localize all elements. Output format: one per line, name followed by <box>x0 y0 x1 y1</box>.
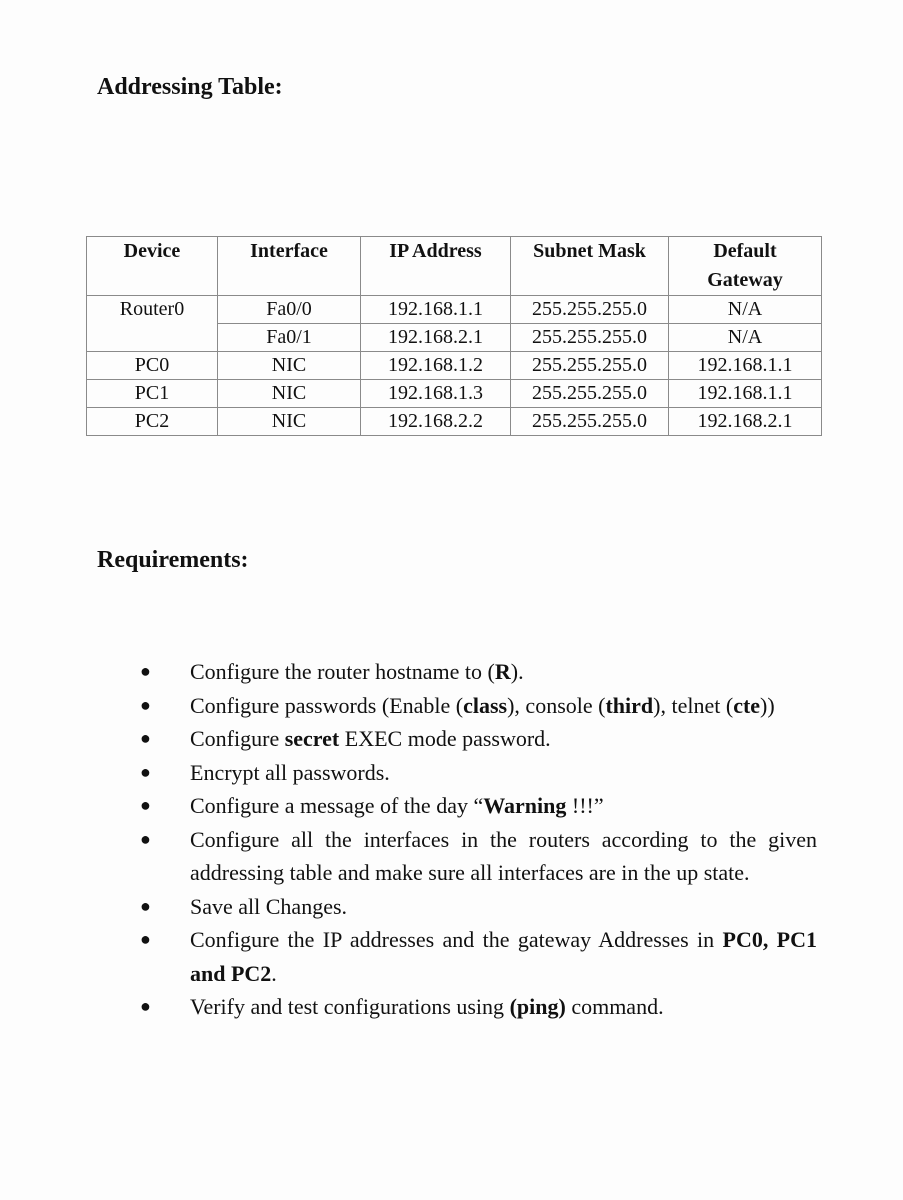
requirement-text: ), telnet ( <box>653 692 734 718</box>
header-interface: Interface <box>217 236 361 296</box>
requirement-text: EXEC mode password. <box>339 726 551 751</box>
header-default-gateway: Default Gateway <box>668 236 822 296</box>
bullet-icon: ● <box>140 728 151 748</box>
requirement-text: Verify and test configurations using <box>190 994 510 1019</box>
requirement-text: ), console ( <box>507 692 606 718</box>
requirement-text: )) <box>760 692 775 718</box>
table-row: PC0 NIC 192.168.1.2 255.255.255.0 192.16… <box>86 351 822 380</box>
requirement-item: ● Save all Changes. <box>0 890 817 924</box>
requirements-list: ● Configure the router hostname to (R). ● C… <box>0 655 903 1024</box>
emphasis-text: Warning <box>483 793 567 818</box>
cell-ip: 192.168.1.2 <box>360 351 511 380</box>
requirements-heading: Requirements: <box>97 547 249 573</box>
requirement-text: ). <box>510 659 524 684</box>
requirement-text: Save all Changes. <box>190 893 348 919</box>
header-ip-address: IP Address <box>360 236 511 296</box>
cell-device: PC0 <box>86 351 218 380</box>
requirement-text: Configure a message of the day “ <box>190 793 484 818</box>
cell-ip: 192.168.2.2 <box>360 407 511 436</box>
bullet-icon: ● <box>140 661 151 681</box>
requirement-text: Configure the IP addresses and the gatew… <box>190 927 723 952</box>
header-subnet-mask: Subnet Mask <box>510 236 669 296</box>
cell-device: PC2 <box>86 407 218 436</box>
emphasis-text: class <box>463 692 508 718</box>
emphasis-text: third <box>605 692 654 718</box>
table-header-row: Device Interface IP Address Subnet Mask … <box>86 236 822 296</box>
cell-interface: NIC <box>217 407 361 436</box>
requirement-item: ● Configure passwords (Enable (class), co… <box>0 689 817 723</box>
addressing-table: Device Interface IP Address Subnet Mask … <box>86 236 822 436</box>
requirement-item: ● Configure the router hostname to (R). <box>0 655 817 689</box>
cell-mask: 255.255.255.0 <box>510 379 669 408</box>
requirement-text: Configure <box>190 726 285 751</box>
emphasis-text: secret <box>284 726 340 751</box>
table-row: PC1 NIC 192.168.1.3 255.255.255.0 192.16… <box>86 379 822 408</box>
bullet-icon: ● <box>140 694 151 715</box>
cell-ip: 192.168.2.1 <box>360 323 511 352</box>
cell-interface: Fa0/1 <box>217 323 361 352</box>
requirement-item: ● Verify and test configurations using (p… <box>0 990 817 1024</box>
emphasis-text: R <box>494 659 511 684</box>
cell-gateway: 192.168.2.1 <box>668 407 822 436</box>
bullet-icon: ● <box>140 895 151 916</box>
requirement-text: Encrypt all passwords. <box>190 759 390 785</box>
bullet-icon: ● <box>140 795 151 815</box>
cell-mask: 255.255.255.0 <box>510 351 669 380</box>
bullet-icon: ● <box>140 828 151 849</box>
cell-mask: 255.255.255.0 <box>510 295 669 324</box>
bullet-icon: ● <box>140 996 151 1016</box>
requirement-text: command. <box>565 994 664 1019</box>
requirement-text: Configure all the interfaces in the rout… <box>190 826 817 886</box>
requirement-item: ● Configure the IP addresses and the gate… <box>0 923 817 990</box>
cell-ip: 192.168.1.1 <box>360 295 511 324</box>
requirement-text: Configure the router hostname to ( <box>190 659 495 684</box>
cell-gateway: N/A <box>668 295 822 324</box>
bullet-icon: ● <box>140 761 151 782</box>
requirement-item: ● Configure a message of the day “Warning… <box>0 789 817 823</box>
cell-interface: NIC <box>217 379 361 408</box>
cell-gateway: N/A <box>668 323 822 352</box>
header-device: Device <box>86 236 218 296</box>
cell-mask: 255.255.255.0 <box>510 407 669 436</box>
requirement-item: ● Configure secret EXEC mode password. <box>0 722 817 756</box>
cell-interface: Fa0/0 <box>217 295 361 324</box>
emphasis-text: cte <box>733 692 761 718</box>
cell-ip: 192.168.1.3 <box>360 379 511 408</box>
cell-device: PC1 <box>86 379 218 408</box>
cell-gateway: 192.168.1.1 <box>668 351 822 380</box>
cell-mask: 255.255.255.0 <box>510 323 669 352</box>
requirement-text: Configure passwords (Enable ( <box>190 692 464 718</box>
cell-interface: NIC <box>217 351 361 380</box>
table-row: Router0 Fa0/0 192.168.1.1 255.255.255.0 … <box>86 295 822 352</box>
cell-gateway: 192.168.1.1 <box>668 379 822 408</box>
emphasis-text: (ping) <box>509 994 566 1019</box>
cell-device: Router0 <box>86 295 218 352</box>
requirement-item: ● Encrypt all passwords. <box>0 756 817 790</box>
requirement-item: ● Configure all the interfaces in the rou… <box>0 823 817 890</box>
table-row: PC2 NIC 192.168.2.2 255.255.255.0 192.16… <box>86 407 822 436</box>
bullet-icon: ● <box>140 929 151 949</box>
requirement-text: !!!” <box>566 793 604 818</box>
addressing-table-heading: Addressing Table: <box>97 74 283 100</box>
requirement-text: . <box>271 960 277 986</box>
